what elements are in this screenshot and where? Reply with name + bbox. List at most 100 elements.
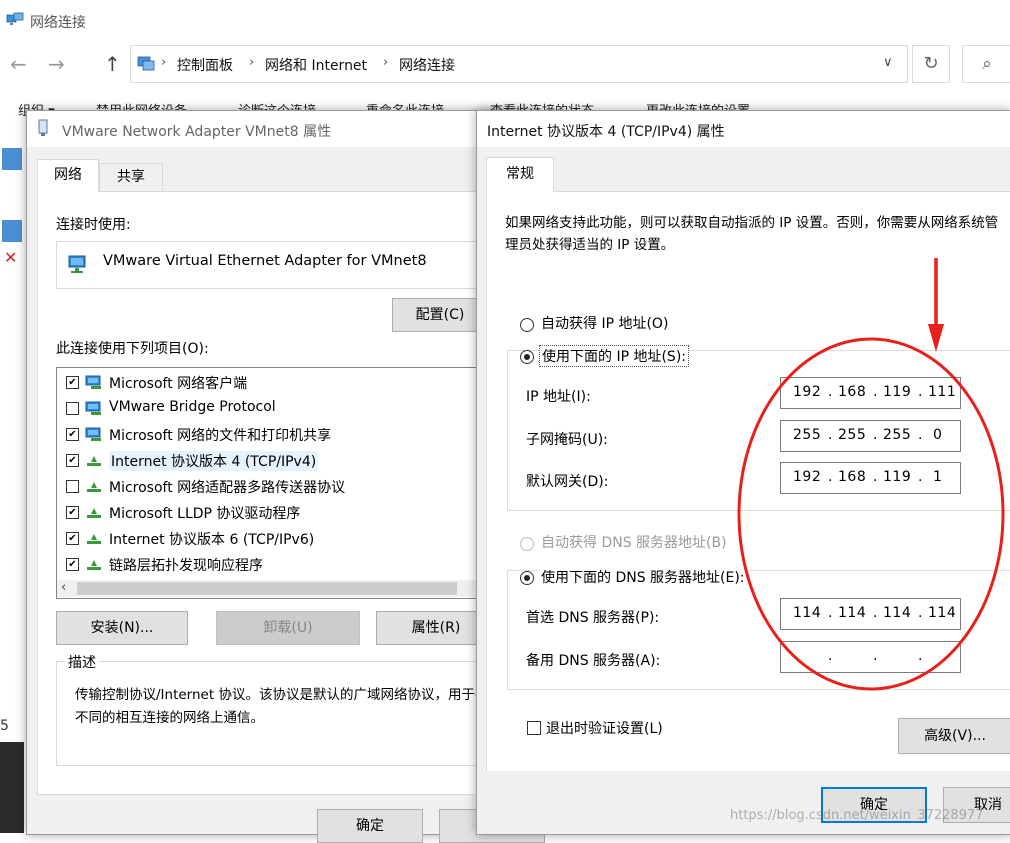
mask-octet: 0 [933, 427, 943, 443]
auto-dns-radio[interactable] [520, 537, 534, 551]
install-button[interactable]: 安装(N)... [56, 611, 188, 645]
configure-button[interactable]: 配置(C) [392, 298, 488, 332]
list-item[interactable]: ✔ Internet 协议版本 6 (TCP/IPv6) [57, 526, 497, 552]
alternate-dns-field[interactable]: . . . [780, 641, 961, 673]
ip-octet: 119 [883, 384, 912, 400]
connection-icon [2, 220, 22, 242]
intro-text: 如果网络支持此功能，则可以获取自动指派的 IP 设置。否则，你需要从网络系统管理… [505, 215, 999, 253]
item-label: Microsoft 网络适配器多路传送器协议 [109, 480, 346, 496]
manual-ip-radio[interactable] [520, 350, 534, 364]
advanced-button[interactable]: 高级(V)... [898, 718, 1010, 754]
protocol-icon [87, 508, 101, 518]
auto-ip-label[interactable]: 自动获得 IP 地址(O) [541, 313, 668, 333]
item-checkbox[interactable]: ✔ [66, 428, 79, 441]
up-arrow-icon[interactable]: ↑ [104, 52, 121, 76]
scrollbar-thumb[interactable] [77, 582, 457, 595]
description-text: 传输控制协议/Internet 协议。该协议是默认的广域网络协议，用于在不同的相… [75, 687, 489, 726]
preferred-dns-label: 首选 DNS 服务器(P): [526, 610, 660, 626]
explorer-title: 网络连接 [30, 15, 86, 31]
ip-address-field[interactable]: 192. 168. 119. 111 [780, 377, 961, 409]
item-checkbox[interactable]: ✔ [66, 454, 79, 467]
adapter-name: VMware Virtual Ethernet Adapter for VMne… [103, 253, 427, 269]
vm-ok-button[interactable]: 确定 [317, 809, 423, 843]
ip-octet: 192 [793, 384, 822, 400]
tab-network[interactable]: 网络 [37, 159, 99, 192]
breadcrumb-network-internet[interactable]: 网络和 Internet [265, 55, 367, 75]
item-label: 链路层拓扑发现响应程序 [109, 558, 263, 572]
list-item[interactable]: ✔ 链路层拓扑发现响应程序 [57, 552, 497, 572]
general-tab-panel: 如果网络支持此功能，则可以获取自动指派的 IP 设置。否则，你需要从网络系统管理… [486, 191, 1010, 773]
list-item[interactable]: ✔ Internet 协议版本 4 (TCP/IPv4) [57, 448, 497, 474]
dns-octet: 114 [928, 605, 957, 621]
list-item[interactable]: ✔ Microsoft 网络客户端 [57, 370, 497, 396]
mask-octet: 255 [793, 427, 822, 443]
adapter-icon [38, 119, 48, 136]
gateway-octet: 168 [838, 469, 867, 485]
auto-ip-radio[interactable] [520, 318, 534, 332]
items-list[interactable]: ✔ Microsoft 网络客户端 VMware Bridge Protocol… [56, 367, 500, 599]
items-label: 此连接使用下列项目(O): [56, 341, 209, 357]
protocol-icon [87, 560, 101, 570]
breadcrumb-separator: › [161, 55, 167, 70]
dns-octet: 114 [883, 605, 912, 621]
item-checkbox[interactable]: ✔ [66, 506, 79, 519]
network-connections-icon [6, 12, 24, 25]
item-checkbox[interactable]: ✔ [66, 376, 79, 389]
preferred-dns-field[interactable]: 114. 114. 114. 114 [780, 598, 961, 630]
protocol-icon [87, 534, 101, 544]
list-item[interactable]: ✔ Microsoft 网络的文件和打印机共享 [57, 422, 497, 448]
exit-validate-label[interactable]: 退出时验证设置(L) [546, 718, 663, 738]
gateway-label: 默认网关(D): [526, 474, 609, 490]
address-bar[interactable]: › 控制面板 › 网络和 Internet › 网络连接 ∨ [130, 45, 908, 83]
vmnet8-properties-dialog: VMware Network Adapter VMnet8 属性 网络 共享 连… [26, 110, 545, 843]
item-checkbox[interactable]: ✔ [66, 558, 79, 571]
list-item[interactable]: ✔ Microsoft LLDP 协议驱动程序 [57, 500, 497, 526]
item-label: Microsoft 网络客户端 [109, 376, 248, 392]
list-item[interactable]: Microsoft 网络适配器多路传送器协议 [57, 474, 497, 500]
manual-dns-label[interactable]: 使用下面的 DNS 服务器地址(E): [541, 567, 747, 587]
vmnet8-title: VMware Network Adapter VMnet8 属性 [62, 124, 332, 140]
ip-address-label: IP 地址(I): [526, 389, 591, 405]
auto-dns-label[interactable]: 自动获得 DNS 服务器地址(B) [541, 532, 727, 552]
description-group: 描述 传输控制协议/Internet 协议。该协议是默认的广域网络协议，用于在不… [56, 652, 502, 766]
exit-validate-checkbox[interactable] [527, 721, 541, 735]
refresh-icon[interactable]: ↻ [912, 45, 950, 83]
watermark: https://blog.csdn.net/weixin_37228977 [730, 808, 984, 823]
protocol-icon [87, 456, 101, 466]
back-arrow-icon[interactable]: ← [10, 52, 27, 76]
item-label: Internet 协议版本 4 (TCP/IPv4) [109, 451, 319, 471]
uninstall-button[interactable]: 卸载(U) [216, 611, 360, 645]
dns-octet: 114 [793, 605, 822, 621]
list-item[interactable]: VMware Bridge Protocol [57, 396, 497, 422]
description-title: 描述 [65, 652, 99, 672]
network-client-icon [85, 427, 101, 441]
mask-octet: 255 [883, 427, 912, 443]
scroll-left-icon[interactable]: ‹ [61, 580, 66, 595]
forward-arrow-icon[interactable]: → [48, 52, 65, 76]
ip-octet: 168 [838, 384, 867, 400]
horizontal-scrollbar[interactable]: ‹ [57, 580, 497, 597]
manual-dns-radio[interactable] [520, 571, 534, 585]
connection-icon [2, 148, 22, 170]
breadcrumb-network-connections[interactable]: 网络连接 [399, 55, 455, 75]
breadcrumb-control-panel[interactable]: 控制面板 [177, 55, 233, 75]
search-icon[interactable]: ⌕ [962, 45, 1010, 83]
tab-general[interactable]: 常规 [486, 157, 554, 192]
network-client-icon [85, 401, 101, 415]
item-checkbox[interactable] [66, 480, 79, 493]
gateway-field[interactable]: 192. 168. 119. 1 [780, 462, 961, 494]
item-checkbox[interactable] [66, 402, 79, 415]
subnet-mask-field[interactable]: 255. 255. 255. 0 [780, 420, 961, 452]
manual-ip-label[interactable]: 使用下面的 IP 地址(S): [539, 345, 689, 367]
network-tab-panel: 连接时使用: VMware Virtual Ethernet Adapter f… [37, 191, 519, 795]
gateway-octet: 1 [933, 469, 943, 485]
chevron-down-icon[interactable]: ∨ [883, 55, 893, 70]
disconnected-icon: ✕ [4, 248, 18, 267]
subnet-mask-label: 子网掩码(U): [526, 432, 608, 448]
ipv4-properties-dialog: Internet 协议版本 4 (TCP/IPv4) 属性 常规 如果网络支持此… [476, 110, 1010, 835]
protocol-icon [87, 482, 101, 492]
breadcrumb-separator: › [383, 55, 389, 70]
item-checkbox[interactable]: ✔ [66, 532, 79, 545]
tab-sharing[interactable]: 共享 [99, 163, 163, 191]
ip-octet: 111 [928, 384, 957, 400]
